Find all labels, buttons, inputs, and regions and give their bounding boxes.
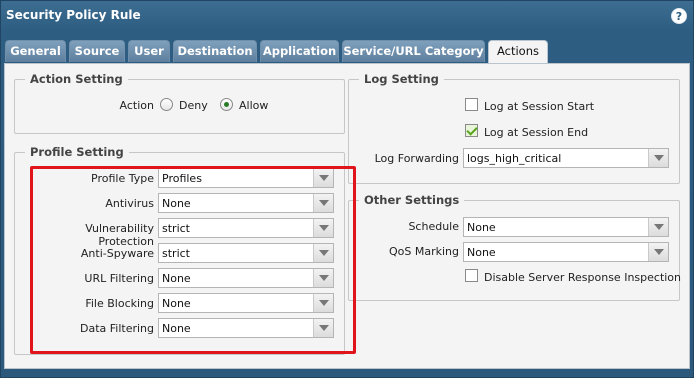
tab-destination[interactable]: Destination — [173, 40, 257, 62]
tab-application[interactable]: Application — [260, 40, 339, 62]
tab-user[interactable]: User — [128, 40, 170, 62]
log-session-end-checkbox[interactable] — [465, 124, 478, 137]
qos-marking-value: None — [467, 246, 496, 259]
disable-server-response-inspection-checkbox[interactable] — [465, 269, 478, 282]
dialog-titlebar: Security Policy Rule ? — [1, 1, 693, 33]
log-forwarding-label: Log Forwarding — [374, 152, 459, 165]
tab-service-url-category[interactable]: Service/URL Category — [342, 40, 485, 62]
tab-general[interactable]: General — [5, 40, 66, 62]
log-forwarding-select[interactable]: logs_high_critical — [463, 148, 669, 168]
deny-label: Deny — [179, 99, 208, 112]
tab-source[interactable]: Source — [69, 40, 125, 62]
log-session-start-label: Log at Session Start — [484, 100, 595, 113]
action-label: Action — [119, 99, 154, 112]
help-icon[interactable]: ? — [671, 8, 687, 24]
chevron-down-icon[interactable] — [648, 218, 668, 236]
security-policy-rule-dialog: Security Policy Rule ? General Source Us… — [0, 0, 694, 378]
qos-marking-select[interactable]: None — [463, 242, 669, 262]
chevron-down-icon[interactable] — [648, 243, 668, 261]
other-settings-title: Other Settings — [364, 193, 460, 207]
disable-server-response-inspection-label: Disable Server Response Inspection — [484, 271, 682, 284]
chevron-down-icon[interactable] — [648, 149, 668, 167]
qos-marking-label: QoS Marking — [388, 245, 459, 258]
dialog-title: Security Policy Rule — [6, 8, 141, 22]
allow-label: Allow — [239, 99, 269, 112]
action-setting-title: Action Setting — [30, 72, 123, 86]
highlight-annotation-box — [30, 166, 356, 354]
deny-radio[interactable] — [160, 98, 173, 111]
log-session-start-checkbox[interactable] — [465, 98, 478, 111]
allow-radio[interactable] — [220, 98, 233, 111]
profile-setting-title: Profile Setting — [30, 145, 124, 159]
schedule-value: None — [467, 221, 496, 234]
log-setting-title: Log Setting — [364, 72, 439, 86]
log-forwarding-value: logs_high_critical — [467, 152, 562, 165]
tab-actions[interactable]: Actions — [488, 40, 548, 64]
log-session-end-label: Log at Session End — [484, 126, 589, 139]
schedule-select[interactable]: None — [463, 217, 669, 237]
schedule-label: Schedule — [408, 220, 459, 233]
